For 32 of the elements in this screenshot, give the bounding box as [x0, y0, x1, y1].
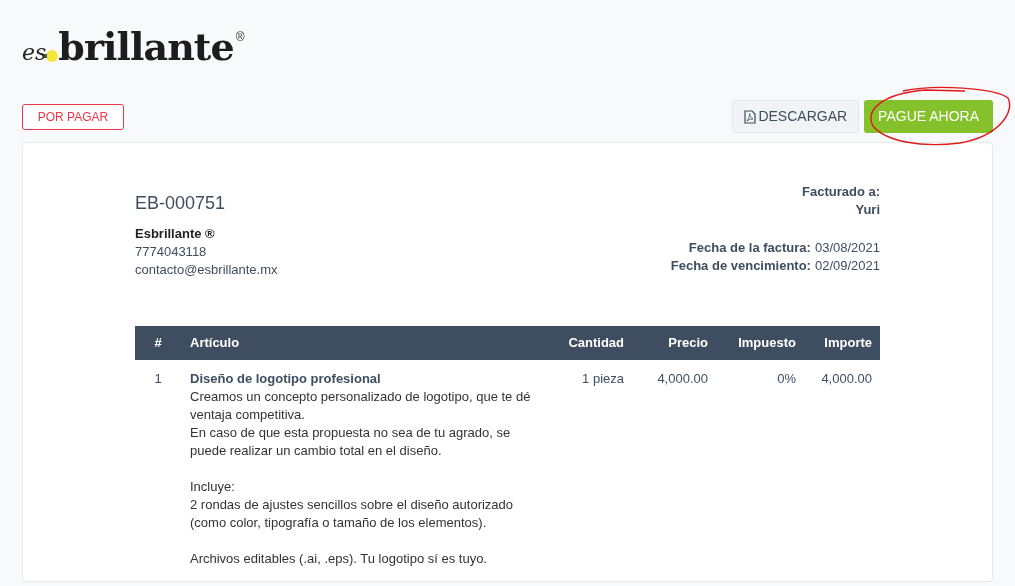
- date-label: Fecha de la factura:: [688, 239, 811, 257]
- company-name: Esbrillante ®: [135, 225, 216, 243]
- item-description: Archivos editables (.ai, .eps). Tu logotipo sí es tuyo.: [190, 550, 488, 568]
- table-cell: 4,000.00: [624, 360, 708, 568]
- status-badge: POR PAGAR: [22, 103, 124, 130]
- pdf-file-icon: [744, 109, 757, 124]
- item-title: Diseño de logotipo profesional: [190, 370, 382, 388]
- item-description: Incluye: 2 rondas de ajustes sencillos sobre el diseño autorizado (como color, tipografía o tamaño de los elementos).: [190, 478, 515, 532]
- download-button[interactable]: DESCARGAR: [732, 100, 860, 133]
- invoice-number: EB-000751: [135, 192, 227, 215]
- registered-mark: ®: [235, 29, 245, 46]
- table-cell: 1 pieza: [534, 360, 624, 568]
- email-address: contacto@esbrillante.mx: [135, 261, 278, 279]
- table-cell: 0%: [708, 360, 796, 568]
- column-header: Impuesto: [708, 326, 796, 360]
- column-header: Artículo: [181, 326, 534, 360]
- client-name: Yuri: [855, 201, 880, 219]
- billed-to-label: Facturado a:: [802, 183, 880, 201]
- date-label: Fecha de vencimiento:: [670, 257, 811, 275]
- logo-text: brillante: [58, 28, 234, 66]
- phone-number: 7774043118: [135, 243, 208, 261]
- table-cell: 4,000.00: [796, 360, 880, 568]
- logo-text: es: [22, 42, 47, 64]
- date-value: 02/09/2021: [814, 257, 880, 275]
- date-value: 03/08/2021: [814, 239, 880, 257]
- light-bulb-icon: [44, 48, 59, 64]
- column-header: Importe: [796, 326, 880, 360]
- column-header: #: [135, 326, 181, 360]
- column-header: Cantidad: [534, 326, 624, 360]
- item-description: Creamos un concepto personalizado de logotipo, que te dé ventaja competitiva. En caso de que esta propuesta no sea de tu agrado, se puede realizar un cambio total en el diseño.: [190, 388, 532, 460]
- column-header: Precio: [624, 326, 708, 360]
- table-cell: 1: [135, 360, 181, 568]
